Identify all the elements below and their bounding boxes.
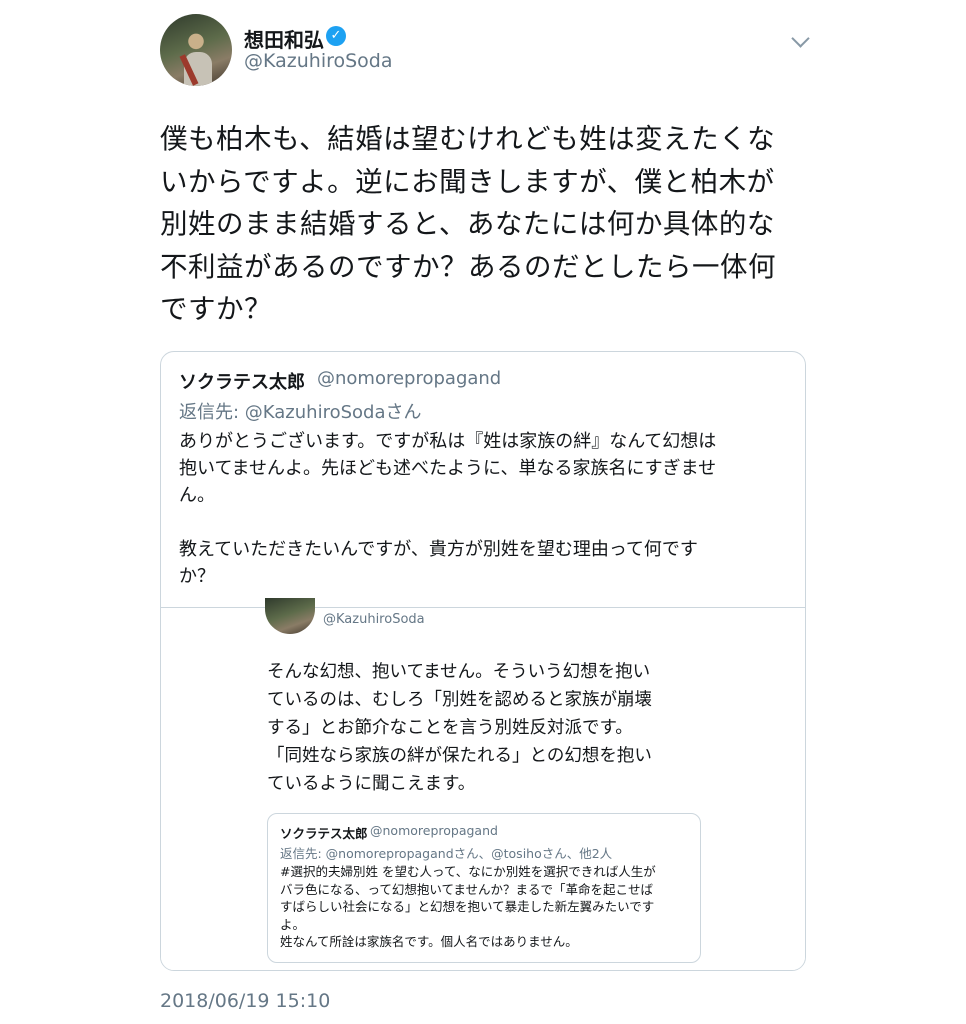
embedded-avatar: [265, 598, 315, 634]
inner-display-name: ソクラテス太郎: [280, 826, 368, 841]
inner-tweet-text: #選択的夫婦別姓 を望む人って、なにか別姓を選択できれば人生が バラ色になる、っ…: [280, 864, 656, 949]
inner-handle: @nomorepropagand: [370, 823, 498, 838]
author-avatar[interactable]: [160, 14, 232, 86]
embedded-tweet-text: そんな幻想、抱いてません。そういう幻想を抱い ているのは、むしろ「別姓を認めると…: [267, 662, 652, 794]
quoted-tweet-text: ありがとうございます。ですが私は『姓は家族の絆』なんて幻想は 抱いてませんよ。先…: [179, 431, 717, 587]
tweet-text: 僕も柏木も、結婚は望むけれども姓は変えたくな いからですよ。逆にお聞きしますが、…: [160, 123, 776, 325]
inner-reply-to: 返信先: @nomorepropagandさん、@tosihoさん、他2人: [280, 846, 613, 861]
quoted-handle: @nomorepropagand: [317, 368, 502, 389]
author-handle[interactable]: @KazuhiroSoda: [244, 50, 393, 72]
quoted-display-name: ソクラテス太郎: [179, 372, 305, 393]
embedded-handle: @KazuhiroSoda: [323, 612, 425, 627]
embedded-inner-quote-card: ソクラテス太郎 @nomorepropagand 返信先: @nomorepro…: [267, 813, 701, 963]
quoted-reply-to: 返信先: @KazuhiroSodaさん: [179, 402, 422, 423]
tweet-timestamp[interactable]: 2018/06/19 15:10: [160, 990, 330, 1012]
quoted-tweet-card[interactable]: ソクラテス太郎 @nomorepropagand 返信先: @KazuhiroS…: [160, 351, 806, 971]
chevron-down-icon[interactable]: [791, 29, 810, 48]
author-display-name[interactable]: 想田和弘: [244, 24, 324, 53]
verified-check-icon: ✓: [326, 26, 346, 46]
embedded-screenshot[interactable]: @KazuhiroSoda そんな幻想、抱いてません。そういう幻想を抱い ている…: [161, 598, 805, 970]
